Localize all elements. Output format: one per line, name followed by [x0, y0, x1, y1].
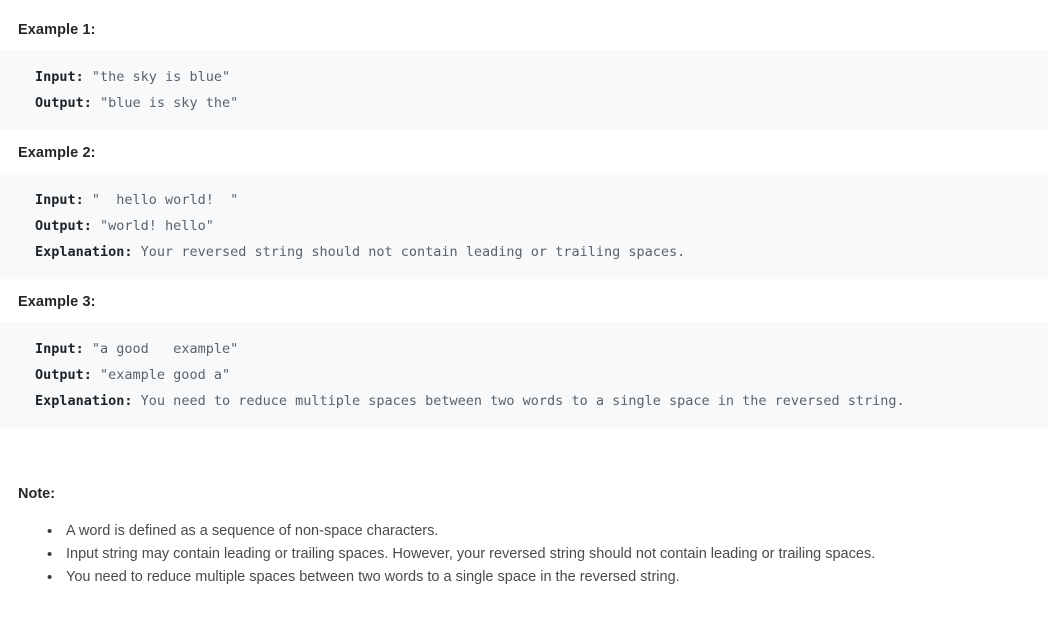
example-1-input-line: Input: "the sky is blue"	[35, 64, 1048, 90]
explanation-label: Explanation:	[35, 393, 133, 409]
example-1-output-line: Output: "blue is sky the"	[35, 90, 1048, 116]
explanation-value: You need to reduce multiple spaces betwe…	[132, 393, 905, 409]
example-2-code-block: Input: " hello world! " Output: "world! …	[0, 173, 1048, 279]
note-item-text: You need to reduce multiple spaces betwe…	[66, 569, 680, 585]
output-value: "example good a"	[91, 367, 231, 383]
spacer-block-1	[0, 130, 1048, 145]
list-item: • Input string may contain leading or tra…	[0, 543, 1048, 566]
output-label: Output:	[35, 367, 92, 383]
output-label: Output:	[35, 218, 92, 234]
output-value: "world! hello"	[91, 218, 214, 234]
bullet-icon: •	[47, 523, 53, 540]
note-item-text: A word is defined as a sequence of non-s…	[66, 523, 439, 539]
example-2-explanation-line: Explanation: Your reversed string should…	[35, 239, 1048, 265]
example-3-input-line: Input: "a good example"	[35, 336, 1048, 362]
example-3-heading: Example 3:	[18, 294, 96, 310]
example-3-code-block: Input: "a good example" Output: "example…	[0, 322, 1048, 428]
example-2-output-line: Output: "world! hello"	[35, 213, 1048, 239]
note-heading: Note:	[18, 486, 56, 502]
example-3-output-line: Output: "example good a"	[35, 362, 1048, 388]
explanation-value: Your reversed string should not contain …	[132, 244, 686, 260]
example-1-heading: Example 1:	[18, 22, 96, 38]
explanation-label: Explanation:	[35, 244, 133, 260]
bullet-icon: •	[47, 546, 53, 563]
example-3-explanation-line: Explanation: You need to reduce multiple…	[35, 388, 1048, 414]
problem-description-page: Example 1: Input: "the sky is blue" Outp…	[0, 0, 1048, 637]
input-value: "the sky is blue"	[83, 69, 231, 85]
input-label: Input:	[35, 192, 84, 208]
output-label: Output:	[35, 95, 92, 111]
note-list: • A word is defined as a sequence of non-…	[0, 520, 1048, 589]
example-1-code-block: Input: "the sky is blue" Output: "blue i…	[0, 50, 1048, 130]
input-value: " hello world! "	[83, 192, 239, 208]
output-value: "blue is sky the"	[91, 95, 239, 111]
example-2-heading: Example 2:	[18, 145, 96, 161]
spacer-heading-1	[0, 38, 1048, 50]
spacer-block-2	[0, 279, 1048, 294]
note-item-text: Input string may contain leading or trai…	[66, 546, 876, 562]
input-label: Input:	[35, 69, 84, 85]
spacer-before-note	[0, 428, 1048, 486]
list-item: • You need to reduce multiple spaces betw…	[0, 566, 1048, 589]
bullet-icon: •	[47, 569, 53, 586]
example-2-input-line: Input: " hello world! "	[35, 187, 1048, 213]
top-spacer	[0, 0, 1048, 22]
list-item: • A word is defined as a sequence of non-…	[0, 520, 1048, 543]
spacer-heading-3	[0, 310, 1048, 322]
spacer-note-list	[0, 502, 1048, 520]
input-value: "a good example"	[83, 341, 239, 357]
spacer-heading-2	[0, 161, 1048, 173]
input-label: Input:	[35, 341, 84, 357]
